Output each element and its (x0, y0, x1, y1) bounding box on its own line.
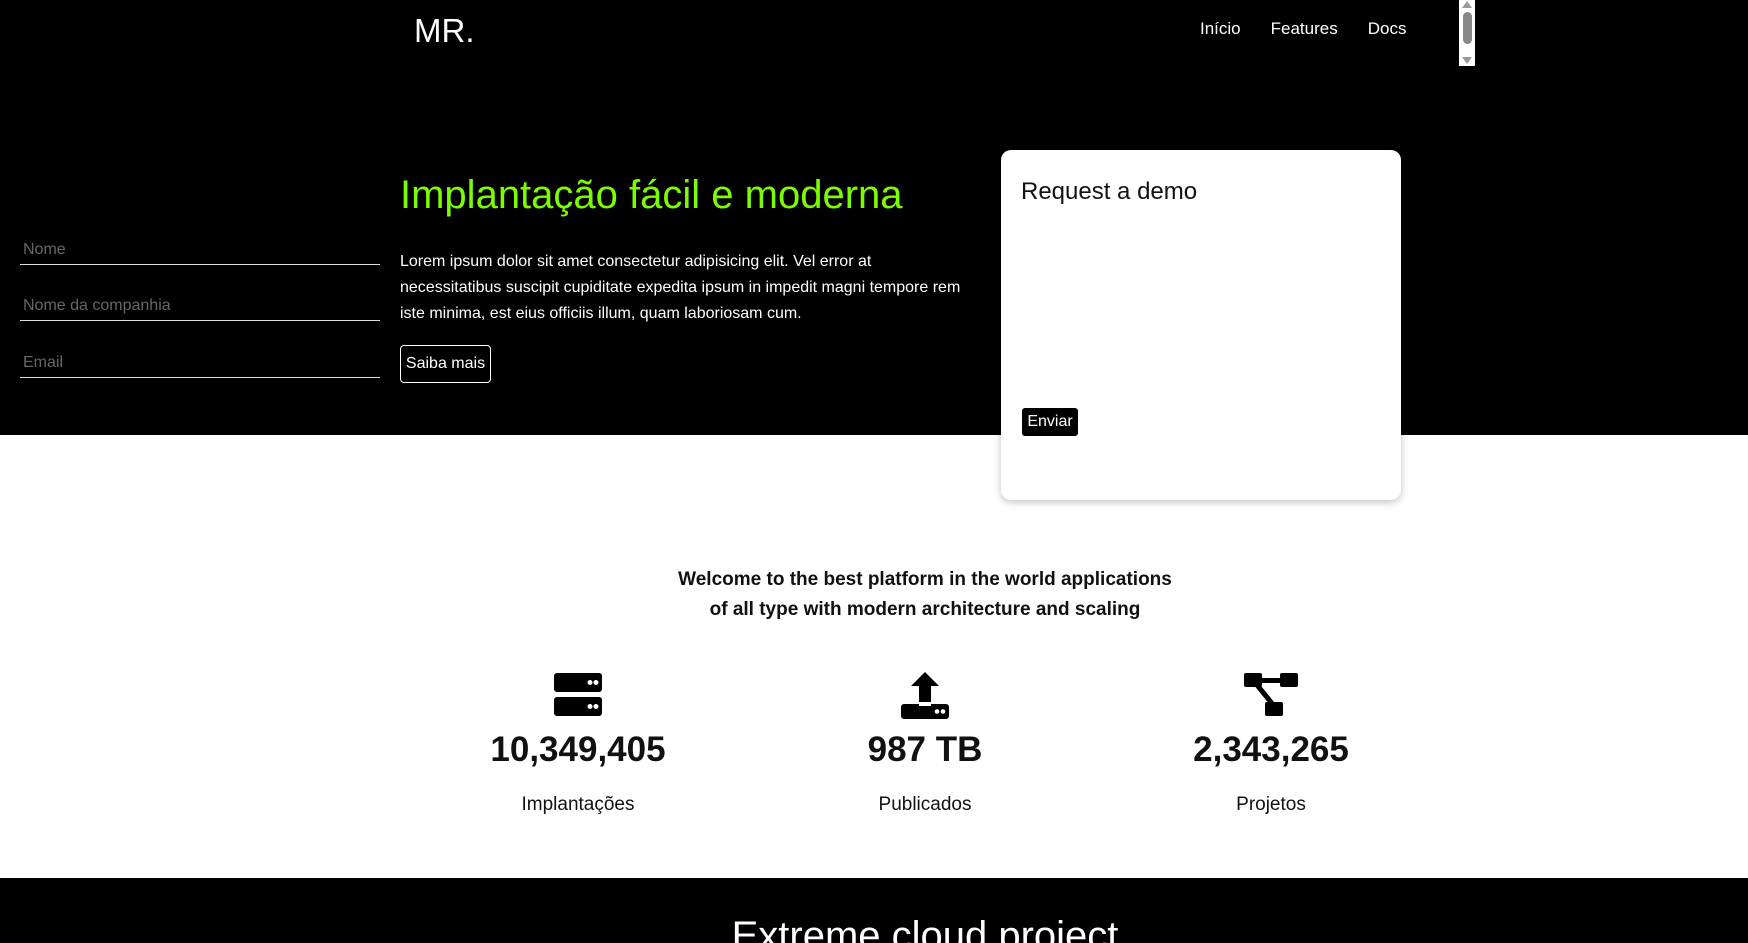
main-nav: Início Features Docs (1200, 19, 1406, 39)
welcome-line-1: Welcome to the best platform in the worl… (678, 569, 1172, 590)
logo[interactable]: MR. (414, 12, 475, 50)
cloud-project-section: Extreme cloud project (0, 878, 1748, 943)
stat-label: Publicados (878, 794, 972, 815)
stat-value: 987 TB (867, 730, 983, 769)
stat-deployments: 10,349,405 Implantações (428, 672, 728, 816)
nav-link-features[interactable]: Features (1271, 19, 1338, 39)
stat-projects: 2,343,265 Projetos (1121, 672, 1421, 816)
upload-icon (775, 672, 1075, 722)
company-name-field[interactable] (20, 291, 380, 321)
scroll-up-arrow-icon[interactable] (1462, 1, 1472, 8)
name-field[interactable] (20, 235, 380, 265)
scrollbar-thumb[interactable] (1463, 12, 1472, 44)
nav-link-inicio[interactable]: Início (1200, 19, 1241, 39)
nav-link-docs[interactable]: Docs (1368, 19, 1407, 39)
demo-request-card: Request a demo Enviar (1001, 150, 1401, 500)
welcome-text: Welcome to the best platform in the worl… (600, 565, 1250, 625)
scrollbar[interactable] (1459, 0, 1475, 66)
section-title: Extreme cloud project (731, 914, 1119, 943)
demo-form-title: Request a demo (1021, 178, 1198, 205)
welcome-line-2: of all type with modern architecture and… (709, 599, 1141, 620)
submit-button[interactable]: Enviar (1022, 408, 1078, 436)
hero-title: Implantação fácil e moderna (400, 173, 903, 217)
stat-published: 987 TB Publicados (775, 672, 1075, 816)
stat-value: 10,349,405 (490, 730, 666, 769)
project-diagram-icon (1121, 672, 1421, 722)
stat-label: Projetos (1236, 794, 1306, 815)
email-field[interactable] (20, 348, 380, 378)
stat-label: Implantações (521, 794, 635, 815)
scroll-down-arrow-icon[interactable] (1462, 57, 1472, 64)
hero-description: Lorem ipsum dolor sit amet consectetur a… (400, 253, 961, 322)
stat-value: 2,343,265 (1193, 730, 1349, 769)
learn-more-button[interactable]: Saiba mais (400, 345, 491, 383)
server-icon (428, 672, 728, 722)
